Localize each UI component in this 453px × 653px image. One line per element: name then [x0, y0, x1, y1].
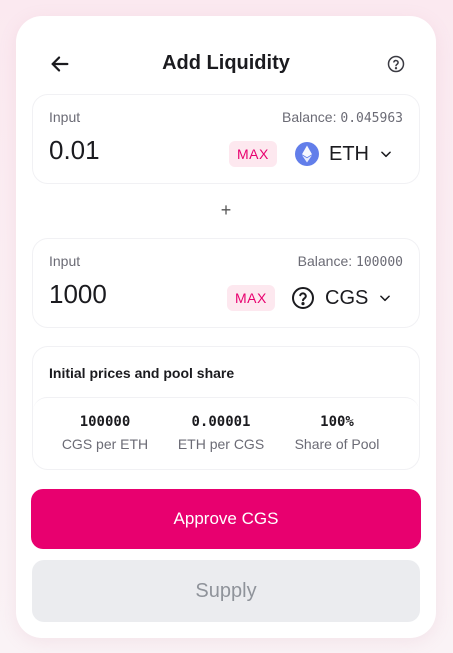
- page-title: Add Liquidity: [162, 52, 290, 74]
- input-label: Input: [49, 253, 81, 269]
- prices-title: Initial prices and pool share: [49, 365, 235, 381]
- input-panel-eth: Input Balance: 0.045963 MAX ETH: [32, 94, 420, 184]
- eth-logo-icon: [295, 142, 319, 166]
- balance-text: Balance: 100000: [298, 253, 403, 270]
- stat-cgs-per-eth: 100000 CGS per ETH: [45, 414, 165, 452]
- balance-label: Balance:: [282, 109, 337, 125]
- balance-label: Balance:: [297, 253, 353, 269]
- supply-button[interactable]: Supply: [32, 560, 420, 622]
- balance-value: 100000: [356, 255, 403, 270]
- stat-eth-per-cgs: 0.00001 ETH per CGS: [161, 414, 281, 452]
- stat-value: 100000: [79, 414, 131, 430]
- stat-label: Share of Pool: [294, 436, 380, 452]
- amount-input-cgs[interactable]: [49, 279, 199, 310]
- max-button-cgs[interactable]: MAX: [227, 285, 275, 311]
- plus-separator: +: [220, 200, 232, 220]
- question-circle-icon: [292, 287, 314, 309]
- chevron-down-icon: [378, 291, 392, 305]
- input-panel-cgs: Input Balance: 100000 MAX CGS: [32, 238, 420, 328]
- add-liquidity-card: Add Liquidity Input Balance: 0.045963 MA…: [16, 16, 436, 638]
- balance-value: 0.045963: [340, 111, 403, 126]
- chevron-down-icon: [379, 147, 393, 161]
- token-name: CGS: [325, 286, 369, 309]
- token-name: ETH: [329, 142, 369, 165]
- help-button[interactable]: [384, 52, 408, 76]
- stat-value: 100%: [320, 414, 354, 430]
- prices-stats: 100000 CGS per ETH 0.00001 ETH per CGS 1…: [33, 397, 419, 469]
- stat-value: 0.00001: [191, 414, 251, 430]
- input-label: Input: [49, 109, 81, 125]
- token-select-eth[interactable]: ETH: [295, 139, 393, 169]
- max-button-eth[interactable]: MAX: [229, 141, 277, 167]
- header: Add Liquidity: [16, 48, 436, 80]
- approve-button[interactable]: Approve CGS: [31, 489, 421, 549]
- stat-label: CGS per ETH: [61, 436, 149, 452]
- question-circle-icon: [387, 55, 405, 73]
- token-select-cgs[interactable]: CGS: [291, 283, 392, 313]
- amount-input-eth[interactable]: [49, 135, 199, 166]
- stat-label: ETH per CGS: [177, 436, 265, 452]
- balance-text: Balance: 0.045963: [282, 109, 403, 126]
- prices-panel: Initial prices and pool share 100000 CGS…: [32, 346, 420, 470]
- stat-share-of-pool: 100% Share of Pool: [277, 414, 397, 452]
